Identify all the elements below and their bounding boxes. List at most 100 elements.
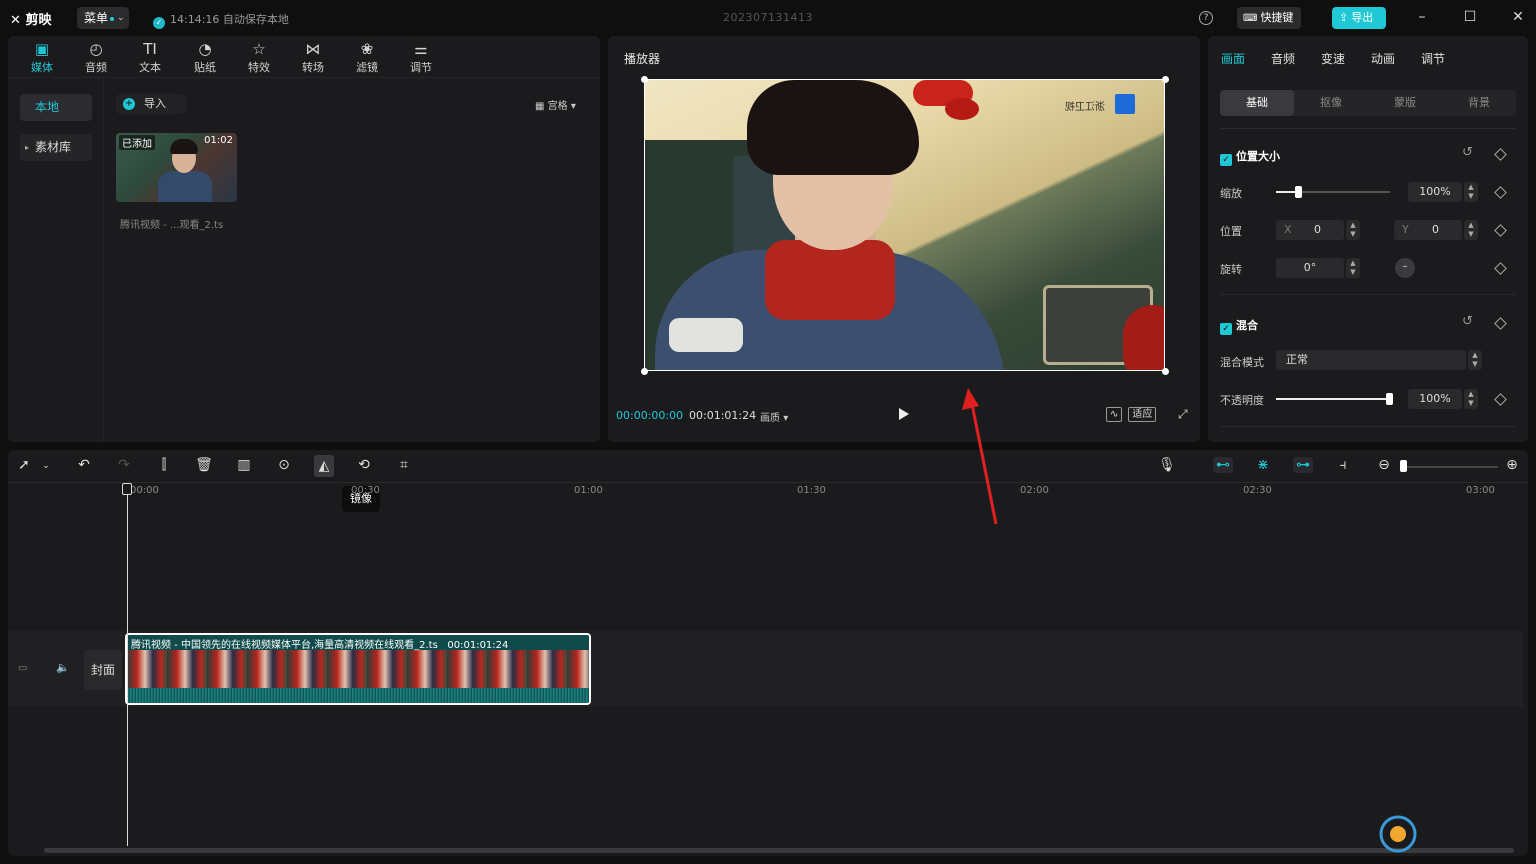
export-button[interactable]: ⇪ 导出 bbox=[1332, 7, 1386, 29]
import-button[interactable]: + 导入 bbox=[116, 94, 186, 114]
position-x-stepper[interactable]: ▲ ▼ bbox=[1346, 220, 1360, 240]
tab-speed[interactable]: 变速 bbox=[1321, 50, 1345, 67]
waveform-icon[interactable]: ∿ bbox=[1106, 407, 1123, 422]
rotate-dial[interactable]: – bbox=[1395, 258, 1415, 278]
thumb-figure bbox=[158, 171, 212, 202]
tab-prop-audio[interactable]: 音频 bbox=[1271, 50, 1295, 67]
checkbox[interactable]: ✓ bbox=[1220, 154, 1232, 166]
microphone-icon[interactable]: 🎙 bbox=[1157, 457, 1177, 473]
ratio-button[interactable]: 适应 bbox=[1128, 407, 1157, 422]
keyframe-icon[interactable] bbox=[1494, 317, 1507, 330]
track-video-icon[interactable]: ▭ bbox=[18, 663, 27, 674]
scale-slider-knob[interactable] bbox=[1295, 186, 1302, 198]
delete-icon[interactable]: 🗑 bbox=[194, 457, 214, 473]
maximize-icon[interactable]: ☐ bbox=[1462, 9, 1478, 25]
media-thumbnail[interactable]: 已添加 01:02 bbox=[116, 133, 237, 202]
view-label: 宫格 bbox=[547, 101, 568, 112]
resize-handle[interactable] bbox=[1162, 76, 1169, 83]
keyframe-icon[interactable] bbox=[1494, 224, 1507, 237]
tab-filter[interactable]: ❀ 滤镜 bbox=[347, 39, 387, 75]
auto-snap-icon[interactable]: ⋇ bbox=[1253, 457, 1273, 473]
zoom-out-icon[interactable]: ⊖ bbox=[1374, 457, 1394, 473]
zoom-in-icon[interactable]: ⊕ bbox=[1502, 457, 1522, 473]
redo-icon[interactable]: ↷ bbox=[114, 457, 134, 473]
tab-adjust[interactable]: ⚌ 调节 bbox=[401, 39, 441, 75]
keyframe-icon[interactable] bbox=[1494, 262, 1507, 275]
rotate-input[interactable]: 0° bbox=[1276, 258, 1344, 278]
cover-button[interactable]: 封面 bbox=[84, 650, 122, 690]
tab-sticker[interactable]: ◔ 贴纸 bbox=[185, 39, 225, 75]
zoom-slider[interactable] bbox=[1402, 466, 1498, 468]
crop-icon[interactable]: ⌗ bbox=[394, 457, 414, 473]
reset-icon[interactable]: ↺ bbox=[1462, 145, 1473, 160]
play-icon[interactable] bbox=[898, 407, 910, 421]
x-label: X bbox=[1284, 223, 1292, 236]
close-icon[interactable]: ✕ bbox=[1510, 9, 1526, 25]
blend-mode-arrows[interactable]: ▲ ▼ bbox=[1468, 350, 1482, 370]
scale-stepper[interactable]: ▲ ▼ bbox=[1464, 182, 1478, 202]
resize-handle[interactable] bbox=[1162, 368, 1169, 375]
chevron-down-icon[interactable]: ⌄ bbox=[36, 461, 56, 471]
quality-dropdown[interactable]: 画质 ▾ bbox=[760, 409, 788, 424]
opacity-slider-knob[interactable] bbox=[1386, 393, 1393, 405]
preview-axis-icon[interactable]: ⫞ bbox=[1333, 457, 1353, 473]
tab-media[interactable]: ▣ 媒体 bbox=[22, 39, 62, 75]
subtab-mask[interactable]: 蒙版 bbox=[1368, 90, 1442, 116]
tab-effects[interactable]: ☆ 特效 bbox=[239, 39, 279, 75]
tab-label: 转场 bbox=[302, 61, 324, 74]
fullscreen-icon[interactable]: ⤢ bbox=[1178, 407, 1188, 422]
channel-watermark: 浙江卫视 bbox=[1065, 102, 1105, 113]
tab-animation[interactable]: 动画 bbox=[1371, 50, 1395, 67]
time-ruler[interactable]: 00:00 00:30 01:00 01:30 02:00 02:30 03:0… bbox=[8, 482, 1528, 500]
select-tool-icon[interactable]: ➚ bbox=[14, 457, 34, 473]
position-y-stepper[interactable]: ▲ ▼ bbox=[1464, 220, 1478, 240]
section-blend: ✓ 混合 bbox=[1220, 317, 1258, 335]
freeze-icon[interactable]: ▥ bbox=[234, 457, 254, 473]
resize-handle[interactable] bbox=[641, 76, 648, 83]
subtab-basic[interactable]: 基础 bbox=[1220, 90, 1294, 116]
checkbox[interactable]: ✓ bbox=[1220, 323, 1232, 335]
tab-text[interactable]: TI 文本 bbox=[130, 39, 170, 75]
timeline-scrollbar[interactable] bbox=[44, 848, 1514, 853]
keyframe-icon[interactable] bbox=[1494, 186, 1507, 199]
playhead[interactable] bbox=[127, 484, 128, 846]
tab-canvas[interactable]: 画面 bbox=[1221, 50, 1245, 67]
zoom-slider-knob[interactable] bbox=[1400, 460, 1407, 472]
main-track-magnet-icon[interactable]: ⊷ bbox=[1213, 457, 1233, 473]
minimize-icon[interactable]: – bbox=[1414, 9, 1430, 25]
video-preview[interactable]: 浙江卫视 ​ bbox=[644, 79, 1165, 371]
undo-icon[interactable]: ↶ bbox=[74, 457, 94, 473]
position-y-input[interactable]: Y0 bbox=[1394, 220, 1462, 240]
mirror-icon[interactable]: ◭ bbox=[314, 455, 334, 477]
scale-input[interactable]: 100% bbox=[1408, 182, 1462, 202]
video-clip[interactable]: 腾讯视频 - 中国领先的在线视频媒体平台,海量高清视频在线观看_2.ts 00:… bbox=[125, 633, 591, 705]
view-toggle[interactable]: ▦ 宫格 ▾ bbox=[535, 97, 576, 112]
track-mute-icon[interactable]: 🔈 bbox=[56, 661, 70, 674]
link-icon[interactable]: ⊶ bbox=[1293, 457, 1313, 473]
blend-mode-select[interactable]: 正常 bbox=[1276, 350, 1466, 370]
playhead-handle[interactable] bbox=[122, 483, 132, 495]
tab-transition[interactable]: ⋈ 转场 bbox=[293, 39, 333, 75]
keyframe-icon[interactable] bbox=[1494, 393, 1507, 406]
subtab-cutout[interactable]: 抠像 bbox=[1294, 90, 1368, 116]
clip-label: 腾讯视频 - 中国领先的在线视频媒体平台,海量高清视频在线观看_2.ts 00:… bbox=[131, 636, 508, 651]
resize-handle[interactable] bbox=[641, 368, 648, 375]
rotate-stepper[interactable]: ▲ ▼ bbox=[1346, 258, 1360, 278]
opacity-stepper[interactable]: ▲ ▼ bbox=[1464, 389, 1478, 409]
tab-prop-adjust[interactable]: 调节 bbox=[1421, 50, 1445, 67]
help-icon[interactable]: ? bbox=[1199, 11, 1213, 25]
total-time: 00:01:01:24 bbox=[689, 409, 757, 422]
split-icon[interactable]: ⫿ bbox=[154, 457, 174, 473]
reverse-icon[interactable]: ⊙ bbox=[274, 457, 294, 473]
keyframe-icon[interactable] bbox=[1494, 148, 1507, 161]
position-x-input[interactable]: X0 bbox=[1276, 220, 1344, 240]
tab-audio[interactable]: ◴ 音频 bbox=[76, 39, 116, 75]
subtab-background[interactable]: 背景 bbox=[1442, 90, 1516, 116]
sidebar-item-local[interactable]: 本地 bbox=[20, 94, 92, 121]
shortcut-button[interactable]: ⌨ 快捷键 bbox=[1237, 7, 1301, 29]
opacity-label: 不透明度 bbox=[1220, 394, 1264, 407]
opacity-input[interactable]: 100% bbox=[1408, 389, 1462, 409]
reset-icon[interactable]: ↺ bbox=[1462, 314, 1473, 329]
rotate-icon[interactable]: ⟲ bbox=[354, 457, 374, 473]
sidebar-item-library[interactable]: ▸ 素材库 bbox=[20, 134, 92, 161]
